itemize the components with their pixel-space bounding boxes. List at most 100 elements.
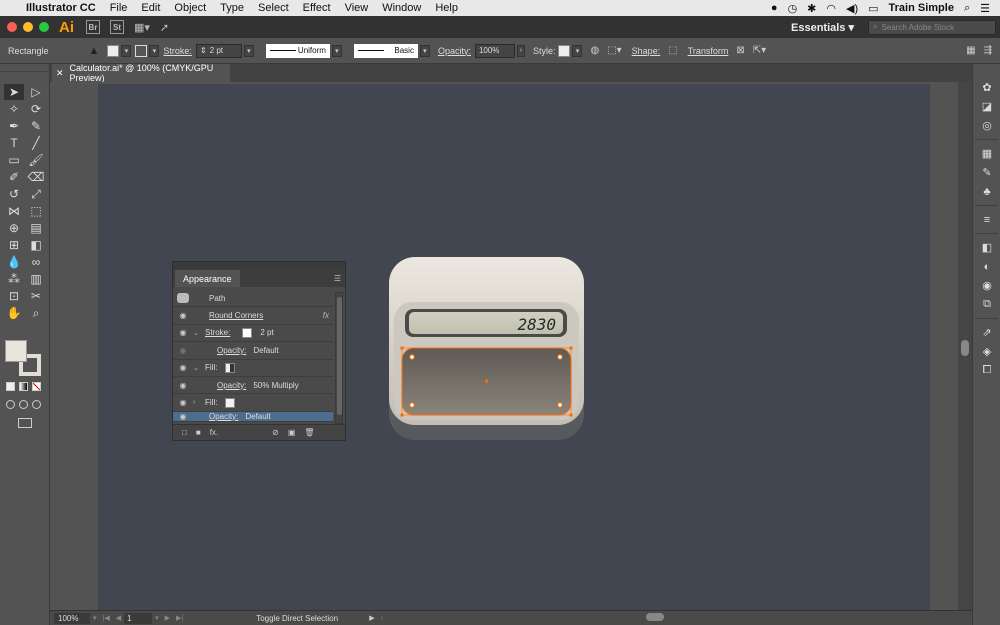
wifi-icon[interactable]: ◠ <box>826 2 836 15</box>
visibility-eye-icon[interactable]: ◉ <box>173 346 193 355</box>
appearance-scrollbar[interactable] <box>335 292 343 424</box>
shape-properties-link[interactable]: Shape: <box>632 46 661 56</box>
paintbrush-tool-icon[interactable]: 🖌 <box>26 152 46 168</box>
corner-widget-top-right[interactable] <box>557 354 563 360</box>
delete-item-icon[interactable]: 🗑 <box>304 428 314 437</box>
appearance-row-path[interactable]: Path <box>173 290 333 308</box>
volume-icon[interactable]: ◀) <box>846 2 858 15</box>
opacity-link[interactable]: Opacity: <box>217 346 246 355</box>
previous-artboard-icon[interactable]: ◀ <box>116 614 121 622</box>
clear-appearance-icon[interactable]: ⊘ <box>272 428 279 437</box>
fill-dropdown[interactable]: ▾ <box>121 44 132 57</box>
appearance-row-stroke-opacity[interactable]: ◉ Opacity: Default <box>173 342 333 360</box>
color-themes-icon[interactable]: ◎ <box>973 116 1000 135</box>
appearance-row-fill-1[interactable]: ◉ ⌄ Fill: <box>173 360 333 377</box>
recolor-artwork-icon[interactable]: ◍ <box>590 45 599 56</box>
gpu-performance-icon[interactable]: ➚ <box>160 21 169 34</box>
horizontal-scroll-thumb[interactable] <box>646 613 664 621</box>
layers-panel-icon[interactable]: ◈ <box>973 342 1000 361</box>
selection-tool-icon[interactable]: ➤ <box>4 84 24 100</box>
anchor-bottom-left[interactable] <box>400 413 404 417</box>
lasso-tool-icon[interactable]: ⟳ <box>26 101 46 117</box>
draw-normal-icon[interactable] <box>6 400 15 409</box>
status-menu-icon[interactable]: ▶ <box>369 614 374 622</box>
visibility-eye-icon[interactable]: ◉ <box>173 328 193 337</box>
menu-view[interactable]: View <box>345 2 369 14</box>
chevron-down-icon[interactable]: ⌄ <box>193 364 203 372</box>
fx-icon[interactable]: fx <box>323 311 329 320</box>
stroke-color-dropdown[interactable]: ▾ <box>149 44 160 57</box>
chevron-down-icon[interactable]: ⌄ <box>193 329 203 337</box>
shape-builder-tool-icon[interactable]: ⊕ <box>4 220 24 236</box>
arrange-documents-icon[interactable]: ▦▾ <box>134 21 150 34</box>
stock-button[interactable]: St <box>110 20 124 34</box>
rectangle-tool-icon[interactable]: ▭ <box>4 152 24 168</box>
transform-bounds-icon[interactable]: ⊠ <box>736 45 744 56</box>
scroll-left-icon[interactable]: ‹ <box>381 615 383 622</box>
opacity-link[interactable]: Opacity: <box>209 412 238 421</box>
slice-tool-icon[interactable]: ✂ <box>26 288 46 304</box>
width-tool-icon[interactable]: ⋈ <box>4 203 24 219</box>
shape-properties-icon[interactable]: ⬚ <box>668 45 677 56</box>
appearance-scroll-thumb[interactable] <box>337 297 342 415</box>
rotate-tool-icon[interactable]: ↺ <box>4 186 24 202</box>
free-transform-tool-icon[interactable]: ⬚ <box>26 203 46 219</box>
spotlight-search-icon[interactable]: ⌕ <box>964 2 970 15</box>
fill-swatch[interactable] <box>225 397 236 408</box>
blend-tool-icon[interactable]: ∞ <box>26 254 46 270</box>
type-tool-icon[interactable]: T <box>4 135 24 151</box>
color-guide-icon[interactable]: ◪ <box>973 97 1000 116</box>
center-point[interactable] <box>485 379 488 383</box>
anchor-bottom-right[interactable] <box>569 413 573 417</box>
notification-center-icon[interactable]: ☰ <box>980 2 990 15</box>
transparency-panel-icon[interactable]: ◐ <box>973 257 1000 276</box>
eraser-tool-icon[interactable]: ⌫ <box>26 169 46 185</box>
panel-menu-icon[interactable]: ☰ <box>334 274 341 283</box>
graphic-style-swatch[interactable] <box>558 44 571 57</box>
column-graph-tool-icon[interactable]: ▥ <box>26 271 46 287</box>
menu-window[interactable]: Window <box>382 2 421 14</box>
menu-file[interactable]: File <box>110 2 128 14</box>
mesh-tool-icon[interactable]: ⊞ <box>4 237 24 253</box>
menu-select[interactable]: Select <box>258 2 289 14</box>
corner-widget-bottom-left[interactable] <box>409 402 415 408</box>
fill-box[interactable] <box>5 340 27 362</box>
appearance-panel-header[interactable] <box>173 262 345 269</box>
artboard-dropdown-icon[interactable]: ▾ <box>155 614 159 622</box>
appearance-row-fill-opacity[interactable]: ◉ Opacity: 50% Multiply <box>173 377 333 395</box>
menu-help[interactable]: Help <box>435 2 458 14</box>
add-new-stroke-icon[interactable]: □ <box>182 428 187 437</box>
corner-widget-top-left[interactable] <box>409 354 415 360</box>
last-artboard-icon[interactable]: ▶| <box>176 614 183 622</box>
line-tool-icon[interactable]: ╱ <box>26 135 46 151</box>
stroke-weight-dropdown[interactable]: ▾ <box>243 44 254 57</box>
hand-tool-icon[interactable]: ✋ <box>4 305 24 321</box>
none-mode-icon[interactable] <box>32 382 41 391</box>
opacity-panel-link[interactable]: Opacity: <box>438 46 471 56</box>
appearance-row-fill-2[interactable]: ◉ › Fill: <box>173 394 333 412</box>
isolate-icon[interactable]: ⇱▾ <box>753 45 766 56</box>
visibility-eye-icon[interactable]: ◉ <box>173 381 193 390</box>
calculator-artwork[interactable]: 2830 <box>389 257 584 440</box>
transform-link[interactable]: Transform <box>688 46 729 56</box>
vertical-scrollbar[interactable] <box>958 82 972 610</box>
next-artboard-icon[interactable]: ▶ <box>165 614 170 622</box>
arrange-panels-icon[interactable]: ▦ <box>966 45 975 56</box>
round-corners-link[interactable]: Round Corners <box>209 311 263 320</box>
draw-inside-icon[interactable] <box>32 400 41 409</box>
curvature-tool-icon[interactable]: ✎ <box>26 118 46 134</box>
workspace-switcher[interactable]: Essentials ▾ <box>791 21 854 34</box>
corner-widget-bottom-right[interactable] <box>557 402 563 408</box>
duplicate-item-icon[interactable]: ▣ <box>288 428 296 437</box>
status-message[interactable]: Toggle Direct Selection <box>256 614 366 623</box>
brush-dropdown[interactable]: ▾ <box>419 44 430 57</box>
scale-tool-icon[interactable]: ⤢ <box>26 186 46 202</box>
align-to-icon[interactable]: ⬚▾ <box>607 45 621 56</box>
gradient-mode-icon[interactable] <box>19 382 28 391</box>
vertical-scroll-thumb[interactable] <box>961 340 969 356</box>
zoom-tool-icon[interactable]: ⌕ <box>26 305 46 321</box>
battery-icon[interactable]: ▭ <box>868 2 878 15</box>
menu-object[interactable]: Object <box>174 2 206 14</box>
direct-selection-tool-icon[interactable]: ▷ <box>26 84 46 100</box>
minimize-window-button[interactable] <box>23 22 33 32</box>
